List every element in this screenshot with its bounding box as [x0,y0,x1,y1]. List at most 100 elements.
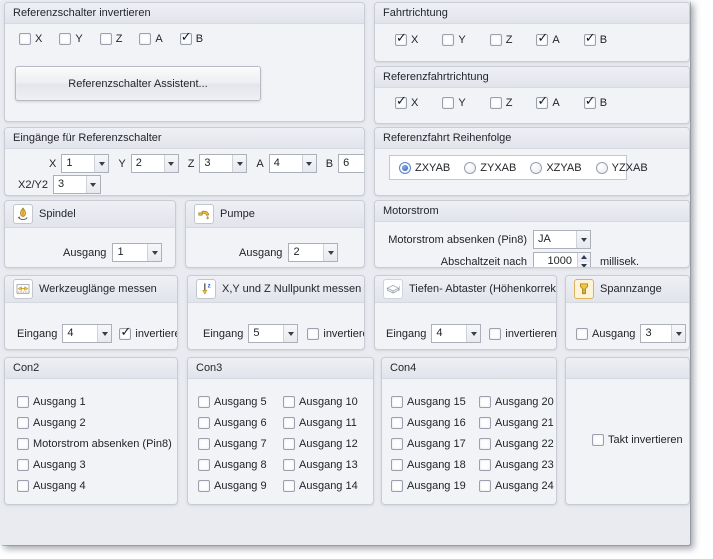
checkbox-con2-ausgang-4[interactable]: Ausgang 4 [17,480,177,492]
select-eingang-y[interactable]: 2 [131,154,179,173]
checkbox-con4-ausgang-23[interactable]: Ausgang 23 [479,459,554,471]
checkbox-box [17,438,29,450]
select-eingang-b[interactable]: 6 [338,154,365,173]
checkbox-con3-ausgang-5[interactable]: Ausgang 5 [198,396,283,408]
checkbox-spannzange[interactable]: Ausgang [576,328,635,340]
radio-zyxab[interactable]: ZYXAB [464,162,516,174]
group-header: z X,Y und Z Nullpunkt messen [188,276,364,303]
checkbox-con2-motorstrom-absenken[interactable]: Motorstrom absenken (Pin8) [17,438,177,450]
checkbox-reffahrt-z[interactable]: Z [490,97,513,109]
checkbox-con3-ausgang-12[interactable]: Ausgang 12 [283,438,358,450]
checkbox-con2-ausgang-3[interactable]: Ausgang 3 [17,459,177,471]
checkbox-label: invertieren [135,328,178,340]
group-title: Tiefen- Abtaster (Höhenkorrektur) [409,283,557,295]
checkbox-box [490,97,502,109]
radio-xzyab[interactable]: XZYAB [530,162,581,174]
checkbox-con4-ausgang-18[interactable]: Ausgang 18 [391,459,479,471]
checkbox-refinv-x[interactable]: X [19,33,42,45]
checkbox-label: Ausgang [592,328,635,340]
checkbox-fahrt-z[interactable]: Z [490,34,513,46]
checkbox-refinv-z[interactable]: Z [100,33,123,45]
radio-label: XZYAB [546,162,581,174]
select-value: 4 [63,325,97,342]
abschaltzeit-spinner[interactable]: 1000 [533,252,591,268]
group-title: Werkzeuglänge messen [39,283,157,295]
field-label: Eingang [203,328,243,340]
select-pumpe-ausgang[interactable]: 2 [288,243,338,262]
checkbox-label: Ausgang 19 [407,480,466,492]
spin-down-icon[interactable] [578,262,590,269]
checkbox-fahrt-a[interactable]: A [536,34,559,46]
select-spannzange-ausgang[interactable]: 3 [640,324,686,343]
checkbox-con4-ausgang-15[interactable]: Ausgang 15 [391,396,479,408]
input-select-row: Eingang 4 invertieren [17,324,177,343]
checkbox-refinv-a[interactable]: A [139,33,162,45]
checkbox-fahrt-x[interactable]: X [395,34,418,46]
checkbox-con3-ausgang-6[interactable]: Ausgang 6 [198,417,283,429]
checkbox-con3-ausgang-10[interactable]: Ausgang 10 [283,396,358,408]
checkbox-reffahrt-b[interactable]: B [584,97,607,109]
select-eingang-x[interactable]: 1 [61,154,109,173]
checkbox-refinv-b[interactable]: B [180,33,203,45]
group-title: Eingänge für Referenzschalter [13,132,162,144]
checkbox-con4-ausgang-19[interactable]: Ausgang 19 [391,480,479,492]
checkbox-refinv-y[interactable]: Y [59,33,82,45]
checkbox-label: Ausgang 4 [33,480,86,492]
checkbox-con2-ausgang-2[interactable]: Ausgang 2 [17,417,177,429]
checkbox-box [391,438,403,450]
select-nullpunkt-eingang[interactable]: 5 [248,324,298,343]
select-werkzeug-eingang[interactable]: 4 [62,324,112,343]
checkbox-fahrt-y[interactable]: Y [442,34,465,46]
checkbox-reffahrt-y[interactable]: Y [442,97,465,109]
checkbox-con4-ausgang-22[interactable]: Ausgang 22 [479,438,554,450]
checkbox-con4-ausgang-17[interactable]: Ausgang 17 [391,438,479,450]
group-header: Referenzschalter invertieren [5,3,364,24]
select-value: 1 [62,155,94,172]
checkbox-con4-ausgang-21[interactable]: Ausgang 21 [479,417,554,429]
checkbox-takt-invertieren[interactable]: Takt invertieren [592,434,683,446]
checkbox-box [180,33,192,45]
checkbox-reffahrt-a[interactable]: A [536,97,559,109]
select-eingang-z[interactable]: 3 [199,154,247,173]
select-tiefen-eingang[interactable]: 4 [431,324,481,343]
select-eingang-a[interactable]: 4 [269,154,317,173]
checkbox-box [490,34,502,46]
checkbox-box [391,417,403,429]
select-spindel-ausgang[interactable]: 1 [112,243,162,262]
checkbox-con3-ausgang-13[interactable]: Ausgang 13 [283,459,358,471]
select-motorstrom-absenken[interactable]: JA [533,230,591,249]
checkbox-con2-ausgang-1[interactable]: Ausgang 1 [17,396,177,408]
checkbox-con3-ausgang-7[interactable]: Ausgang 7 [198,438,283,450]
checkbox-nullpunkt-invertieren[interactable]: invertieren [307,328,365,340]
referenzschalter-assistent-button[interactable]: Referenzschalter Assistent... [15,66,261,101]
checkbox-werkzeug-invertieren[interactable]: invertieren [119,328,178,340]
radio-zxyab[interactable]: ZXYAB [399,162,450,174]
checkbox-reffahrt-x[interactable]: X [395,97,418,109]
field-label: Ausgang [239,247,282,259]
checkbox-tiefen-invertieren[interactable]: invertieren [489,328,556,340]
checkbox-box [198,459,210,471]
checkbox-con3-ausgang-9[interactable]: Ausgang 9 [198,480,283,492]
checkbox-con4-ausgang-16[interactable]: Ausgang 16 [391,417,479,429]
checkbox-con3-ausgang-8[interactable]: Ausgang 8 [198,459,283,471]
checkbox-label: Y [458,34,465,46]
checkbox-con4-ausgang-20[interactable]: Ausgang 20 [479,396,554,408]
checkbox-con3-ausgang-14[interactable]: Ausgang 14 [283,480,358,492]
svg-text:z: z [208,283,211,289]
checkbox-label: invertieren [323,328,365,340]
spin-up-icon[interactable] [578,253,590,262]
checkbox-box [17,396,29,408]
checkbox-con3-ausgang-11[interactable]: Ausgang 11 [283,417,358,429]
radio-yzxab[interactable]: YZXAB [596,162,648,174]
checkbox-con4-ausgang-24[interactable]: Ausgang 24 [479,480,554,492]
input-select-row: X2/Y23 [18,175,364,194]
group-header: Referenzfahrt Reihenfolge [375,128,689,149]
checkbox-label: Ausgang 3 [33,459,86,471]
checkbox-box [584,97,596,109]
select-eingang-x2y2[interactable]: 3 [53,175,101,194]
checkbox-fahrt-b[interactable]: B [584,34,607,46]
field-label: X [49,158,56,170]
checkbox-label: Ausgang 8 [214,459,267,471]
axis-select-pair: Y2 [118,154,178,173]
group-con4: Con4 Ausgang 15 Ausgang 16 Ausgang 17 Au… [381,357,557,505]
